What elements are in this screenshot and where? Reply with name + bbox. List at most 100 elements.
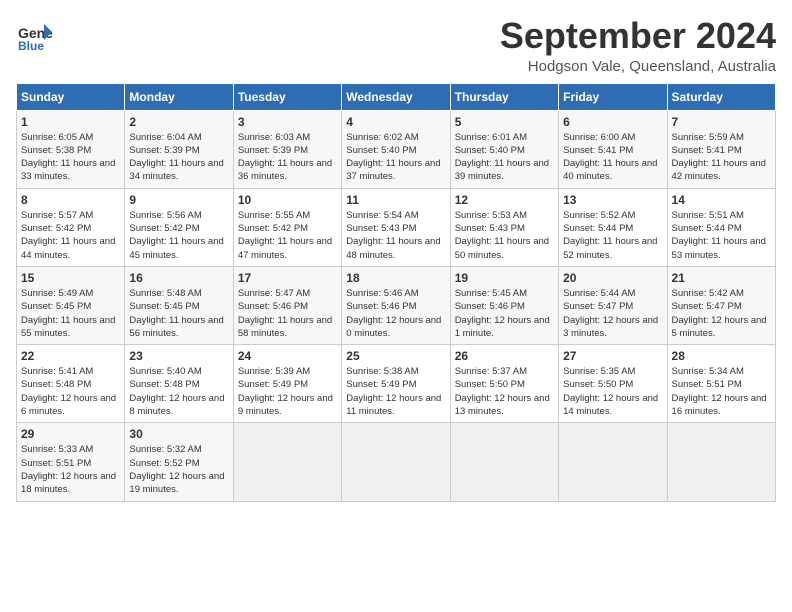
day-info: Sunrise: 6:01 AM Sunset: 5:40 PM Dayligh…: [455, 131, 554, 184]
day-cell: 6 Sunrise: 6:00 AM Sunset: 5:41 PM Dayli…: [559, 110, 667, 188]
day-info: Sunrise: 5:51 AM Sunset: 5:44 PM Dayligh…: [672, 209, 771, 262]
sunset-label: Sunset: 5:42 PM: [21, 223, 91, 234]
daylight-label: Daylight: 11 hours and 40 minutes.: [563, 158, 657, 182]
sunset-label: Sunset: 5:50 PM: [563, 379, 633, 390]
sunrise-label: Sunrise: 5:32 AM: [129, 444, 201, 455]
day-info: Sunrise: 5:57 AM Sunset: 5:42 PM Dayligh…: [21, 209, 120, 262]
day-cell: 1 Sunrise: 6:05 AM Sunset: 5:38 PM Dayli…: [17, 110, 125, 188]
location-subtitle: Hodgson Vale, Queensland, Australia: [500, 58, 776, 75]
day-cell: 29 Sunrise: 5:33 AM Sunset: 5:51 PM Dayl…: [17, 423, 125, 501]
day-number: 8: [21, 193, 120, 207]
day-number: 18: [346, 271, 445, 285]
day-number: 24: [238, 349, 337, 363]
day-number: 23: [129, 349, 228, 363]
day-info: Sunrise: 5:39 AM Sunset: 5:49 PM Dayligh…: [238, 365, 337, 418]
day-number: 29: [21, 427, 120, 441]
sunrise-label: Sunrise: 5:53 AM: [455, 210, 527, 221]
weekday-header-row: Sunday Monday Tuesday Wednesday Thursday…: [17, 83, 776, 110]
sunrise-label: Sunrise: 6:05 AM: [21, 132, 93, 143]
sunrise-label: Sunrise: 5:34 AM: [672, 366, 744, 377]
sunrise-label: Sunrise: 5:59 AM: [672, 132, 744, 143]
day-info: Sunrise: 5:40 AM Sunset: 5:48 PM Dayligh…: [129, 365, 228, 418]
daylight-label: Daylight: 11 hours and 58 minutes.: [238, 315, 332, 339]
sunset-label: Sunset: 5:47 PM: [563, 301, 633, 312]
sunset-label: Sunset: 5:43 PM: [346, 223, 416, 234]
daylight-label: Daylight: 11 hours and 44 minutes.: [21, 236, 115, 260]
day-info: Sunrise: 6:05 AM Sunset: 5:38 PM Dayligh…: [21, 131, 120, 184]
logo-icon: General Blue: [16, 16, 52, 52]
day-cell: 28 Sunrise: 5:34 AM Sunset: 5:51 PM Dayl…: [667, 345, 775, 423]
sunset-label: Sunset: 5:40 PM: [455, 145, 525, 156]
day-cell: 9 Sunrise: 5:56 AM Sunset: 5:42 PM Dayli…: [125, 188, 233, 266]
day-cell: 20 Sunrise: 5:44 AM Sunset: 5:47 PM Dayl…: [559, 266, 667, 344]
daylight-label: Daylight: 11 hours and 55 minutes.: [21, 315, 115, 339]
day-info: Sunrise: 5:48 AM Sunset: 5:45 PM Dayligh…: [129, 287, 228, 340]
sunrise-label: Sunrise: 5:54 AM: [346, 210, 418, 221]
sunset-label: Sunset: 5:44 PM: [563, 223, 633, 234]
day-info: Sunrise: 5:37 AM Sunset: 5:50 PM Dayligh…: [455, 365, 554, 418]
sunset-label: Sunset: 5:46 PM: [238, 301, 308, 312]
daylight-label: Daylight: 12 hours and 9 minutes.: [238, 393, 333, 417]
day-info: Sunrise: 5:47 AM Sunset: 5:46 PM Dayligh…: [238, 287, 337, 340]
day-number: 16: [129, 271, 228, 285]
sunset-label: Sunset: 5:38 PM: [21, 145, 91, 156]
day-info: Sunrise: 5:45 AM Sunset: 5:46 PM Dayligh…: [455, 287, 554, 340]
daylight-label: Daylight: 12 hours and 18 minutes.: [21, 471, 116, 495]
daylight-label: Daylight: 12 hours and 14 minutes.: [563, 393, 658, 417]
sunset-label: Sunset: 5:39 PM: [238, 145, 308, 156]
sunset-label: Sunset: 5:44 PM: [672, 223, 742, 234]
daylight-label: Daylight: 11 hours and 47 minutes.: [238, 236, 332, 260]
day-info: Sunrise: 5:41 AM Sunset: 5:48 PM Dayligh…: [21, 365, 120, 418]
daylight-label: Daylight: 11 hours and 56 minutes.: [129, 315, 223, 339]
day-cell: 11 Sunrise: 5:54 AM Sunset: 5:43 PM Dayl…: [342, 188, 450, 266]
day-number: 21: [672, 271, 771, 285]
calendar-row: 15 Sunrise: 5:49 AM Sunset: 5:45 PM Dayl…: [17, 266, 776, 344]
day-cell: 18 Sunrise: 5:46 AM Sunset: 5:46 PM Dayl…: [342, 266, 450, 344]
sunrise-label: Sunrise: 5:52 AM: [563, 210, 635, 221]
day-cell: 21 Sunrise: 5:42 AM Sunset: 5:47 PM Dayl…: [667, 266, 775, 344]
sunset-label: Sunset: 5:46 PM: [346, 301, 416, 312]
day-info: Sunrise: 5:59 AM Sunset: 5:41 PM Dayligh…: [672, 131, 771, 184]
sunrise-label: Sunrise: 6:04 AM: [129, 132, 201, 143]
day-number: 25: [346, 349, 445, 363]
sunrise-label: Sunrise: 6:01 AM: [455, 132, 527, 143]
day-cell: 19 Sunrise: 5:45 AM Sunset: 5:46 PM Dayl…: [450, 266, 558, 344]
daylight-label: Daylight: 12 hours and 6 minutes.: [21, 393, 116, 417]
day-cell: 10 Sunrise: 5:55 AM Sunset: 5:42 PM Dayl…: [233, 188, 341, 266]
sunset-label: Sunset: 5:48 PM: [129, 379, 199, 390]
sunset-label: Sunset: 5:45 PM: [21, 301, 91, 312]
sunrise-label: Sunrise: 6:00 AM: [563, 132, 635, 143]
sunset-label: Sunset: 5:52 PM: [129, 458, 199, 469]
day-cell: 23 Sunrise: 5:40 AM Sunset: 5:48 PM Dayl…: [125, 345, 233, 423]
sunset-label: Sunset: 5:48 PM: [21, 379, 91, 390]
sunset-label: Sunset: 5:49 PM: [346, 379, 416, 390]
empty-cell: [233, 423, 341, 501]
logo: General Blue: [16, 16, 52, 52]
daylight-label: Daylight: 12 hours and 3 minutes.: [563, 315, 658, 339]
daylight-label: Daylight: 11 hours and 53 minutes.: [672, 236, 766, 260]
day-cell: 14 Sunrise: 5:51 AM Sunset: 5:44 PM Dayl…: [667, 188, 775, 266]
empty-cell: [342, 423, 450, 501]
empty-cell: [559, 423, 667, 501]
daylight-label: Daylight: 11 hours and 39 minutes.: [455, 158, 549, 182]
day-number: 13: [563, 193, 662, 207]
sunset-label: Sunset: 5:39 PM: [129, 145, 199, 156]
day-info: Sunrise: 5:32 AM Sunset: 5:52 PM Dayligh…: [129, 443, 228, 496]
day-cell: 13 Sunrise: 5:52 AM Sunset: 5:44 PM Dayl…: [559, 188, 667, 266]
daylight-label: Daylight: 12 hours and 0 minutes.: [346, 315, 441, 339]
svg-text:Blue: Blue: [18, 39, 44, 52]
day-number: 6: [563, 115, 662, 129]
day-number: 22: [21, 349, 120, 363]
day-cell: 12 Sunrise: 5:53 AM Sunset: 5:43 PM Dayl…: [450, 188, 558, 266]
header-wednesday: Wednesday: [342, 83, 450, 110]
day-cell: 8 Sunrise: 5:57 AM Sunset: 5:42 PM Dayli…: [17, 188, 125, 266]
daylight-label: Daylight: 12 hours and 19 minutes.: [129, 471, 224, 495]
daylight-label: Daylight: 12 hours and 5 minutes.: [672, 315, 767, 339]
day-info: Sunrise: 5:33 AM Sunset: 5:51 PM Dayligh…: [21, 443, 120, 496]
day-info: Sunrise: 5:53 AM Sunset: 5:43 PM Dayligh…: [455, 209, 554, 262]
sunrise-label: Sunrise: 6:02 AM: [346, 132, 418, 143]
daylight-label: Daylight: 12 hours and 13 minutes.: [455, 393, 550, 417]
day-cell: 17 Sunrise: 5:47 AM Sunset: 5:46 PM Dayl…: [233, 266, 341, 344]
day-info: Sunrise: 5:44 AM Sunset: 5:47 PM Dayligh…: [563, 287, 662, 340]
header-monday: Monday: [125, 83, 233, 110]
